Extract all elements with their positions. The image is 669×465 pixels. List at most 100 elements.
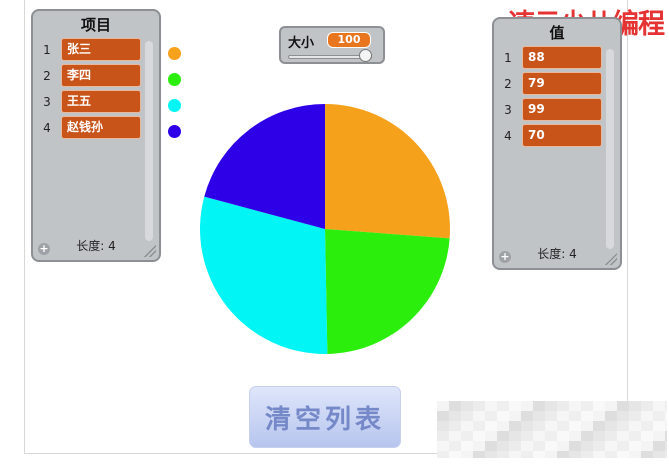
resize-handle-icon[interactable] [144,245,156,257]
mosaic-cell [497,441,509,451]
row-cell[interactable]: 99 [522,98,602,121]
row-cell[interactable]: 赵钱孙 [61,116,141,139]
mosaic-cell [593,401,605,411]
mosaic-cell [605,421,617,431]
row-index: 2 [504,77,512,91]
mosaic-cell [545,421,557,431]
mosaic-cell [653,401,665,411]
mosaic-cell [605,401,617,411]
pie-chart [199,104,451,354]
mosaic-cell [473,441,485,451]
pie-slice [325,104,451,239]
list-length: 长度: 4 [76,239,116,253]
mosaic-cell [641,401,653,411]
size-slider-knob[interactable] [359,49,372,62]
mosaic-cell [449,421,461,431]
row-cell[interactable]: 88 [522,46,602,69]
mosaic-cell [473,421,485,431]
mosaic-cell [461,421,473,431]
mosaic-cell [557,451,569,458]
mosaic-cell [653,451,665,458]
mosaic-cell [593,431,605,441]
list-monitor-values[interactable]: 值 1 88 2 79 3 99 4 70 + 长度: 4 [492,17,622,270]
list-scrollbar[interactable] [606,49,614,249]
mosaic-cell [509,411,521,421]
row-cell[interactable]: 79 [522,72,602,95]
mosaic-cell [473,431,485,441]
mosaic-cell [593,421,605,431]
mosaic-cell [449,401,461,411]
mosaic-cell [569,441,581,451]
variable-label: 大小 [288,36,315,51]
mosaic-cell [461,401,473,411]
mosaic-cell [497,451,509,458]
mosaic-cell [437,441,449,451]
mosaic-cell [521,431,533,441]
list-monitor-items[interactable]: 项目 1 张三 2 李四 3 王五 4 赵钱孙 + 长度: 4 [31,9,161,262]
mosaic-cell [497,401,509,411]
mosaic-cell [641,441,653,451]
pixelated-patch [437,401,667,458]
mosaic-cell [485,441,497,451]
mosaic-cell [461,441,473,451]
mosaic-cell [665,401,667,411]
mosaic-cell [653,411,665,421]
mosaic-cell [509,401,521,411]
row-index: 1 [504,51,512,65]
mosaic-cell [485,431,497,441]
mosaic-cell [545,411,557,421]
mosaic-cell [533,411,545,421]
mosaic-cell [509,451,521,458]
mosaic-cell [629,431,641,441]
row-index: 4 [43,121,51,135]
variable-monitor-size[interactable]: 大小 100 [279,26,385,64]
resize-handle-icon[interactable] [605,253,617,265]
row-index: 4 [504,129,512,143]
mosaic-cell [593,451,605,458]
mosaic-cell [653,421,665,431]
mosaic-cell [665,451,667,458]
list-title: 值 [549,24,565,42]
row-index: 2 [43,69,51,83]
row-cell[interactable]: 王五 [61,90,141,113]
mosaic-cell [521,411,533,421]
row-index: 3 [43,95,51,109]
mosaic-cell [533,431,545,441]
mosaic-cell [497,421,509,431]
mosaic-cell [665,431,667,441]
mosaic-cell [485,421,497,431]
mosaic-cell [509,441,521,451]
mosaic-cell [569,421,581,431]
mosaic-cell [521,441,533,451]
mosaic-cell [533,441,545,451]
mosaic-cell [629,401,641,411]
mosaic-cell [509,431,521,441]
mosaic-cell [581,431,593,441]
mosaic-cell [569,401,581,411]
mosaic-cell [569,411,581,421]
mosaic-cell [521,401,533,411]
list-title: 项目 [80,16,111,34]
mosaic-cell [473,401,485,411]
variable-value: 100 [327,32,371,48]
mosaic-cell [641,421,653,431]
mosaic-cell [485,451,497,458]
row-cell[interactable]: 张三 [61,38,141,61]
mosaic-cell [461,431,473,441]
mosaic-cell [533,401,545,411]
mosaic-cell [617,411,629,421]
mosaic-cell [461,411,473,421]
mosaic-cell [545,451,557,458]
clear-list-button[interactable]: 清空列表 [249,386,401,448]
mosaic-cell [629,441,641,451]
mosaic-cell [497,411,509,421]
mosaic-cell [653,441,665,451]
list-scrollbar[interactable] [145,41,153,241]
mosaic-cell [437,411,449,421]
mosaic-cell [557,421,569,431]
row-cell[interactable]: 70 [522,124,602,147]
mosaic-cell [581,411,593,421]
row-cell[interactable]: 李四 [61,64,141,87]
green-dot-icon [168,73,181,86]
list-length: 长度: 4 [537,247,577,261]
